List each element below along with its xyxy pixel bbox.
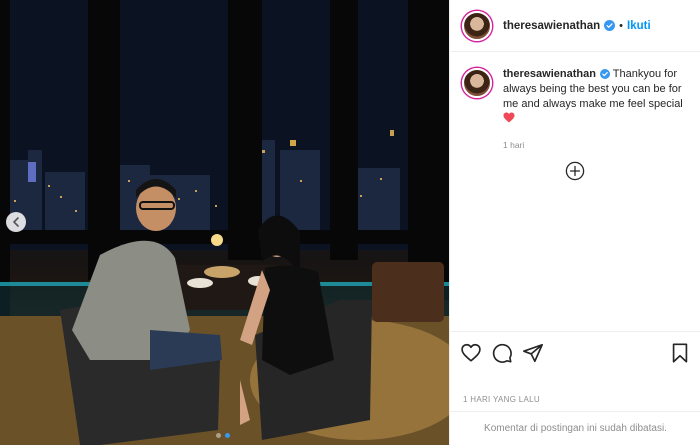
carousel-prev-button[interactable] <box>6 212 26 232</box>
avatar[interactable] <box>462 10 492 41</box>
caption-body: theresawienathan Thankyou for always bei… <box>503 67 683 153</box>
post-side-panel: theresawienathan • Ikuti theresawienatha… <box>449 0 700 445</box>
verified-badge-icon <box>604 20 616 31</box>
avatar[interactable] <box>462 68 492 98</box>
comment-icon[interactable] <box>491 342 513 364</box>
verified-badge-icon <box>599 69 610 79</box>
carousel-dot-active <box>225 433 230 438</box>
post-photo[interactable] <box>0 0 449 445</box>
photo-scene <box>0 0 449 445</box>
header-username[interactable]: theresawienathan <box>503 20 600 32</box>
caption-comment: theresawienathan Thankyou for always bei… <box>450 52 700 153</box>
bookmark-icon[interactable] <box>669 342 691 364</box>
post-header: theresawienathan • Ikuti <box>450 0 700 52</box>
post-date[interactable]: 1 HARI YANG LALU <box>463 395 540 404</box>
follow-button[interactable]: Ikuti <box>627 20 651 32</box>
comments-limited-notice: Komentar di postingan ini sudah dibatasi… <box>450 411 700 445</box>
carousel-indicator <box>216 433 230 438</box>
header-separator: • <box>619 19 624 32</box>
carousel-dot <box>216 433 221 438</box>
plus-circle-icon[interactable] <box>565 161 585 181</box>
heart-emoji-icon <box>503 112 515 123</box>
heart-outline-icon[interactable] <box>460 342 482 364</box>
paper-plane-icon[interactable] <box>522 342 544 364</box>
chevron-left-icon <box>12 217 19 227</box>
caption-time[interactable]: 1 hari <box>503 138 683 153</box>
post-actions <box>450 331 700 367</box>
caption-username[interactable]: theresawienathan <box>503 68 596 80</box>
